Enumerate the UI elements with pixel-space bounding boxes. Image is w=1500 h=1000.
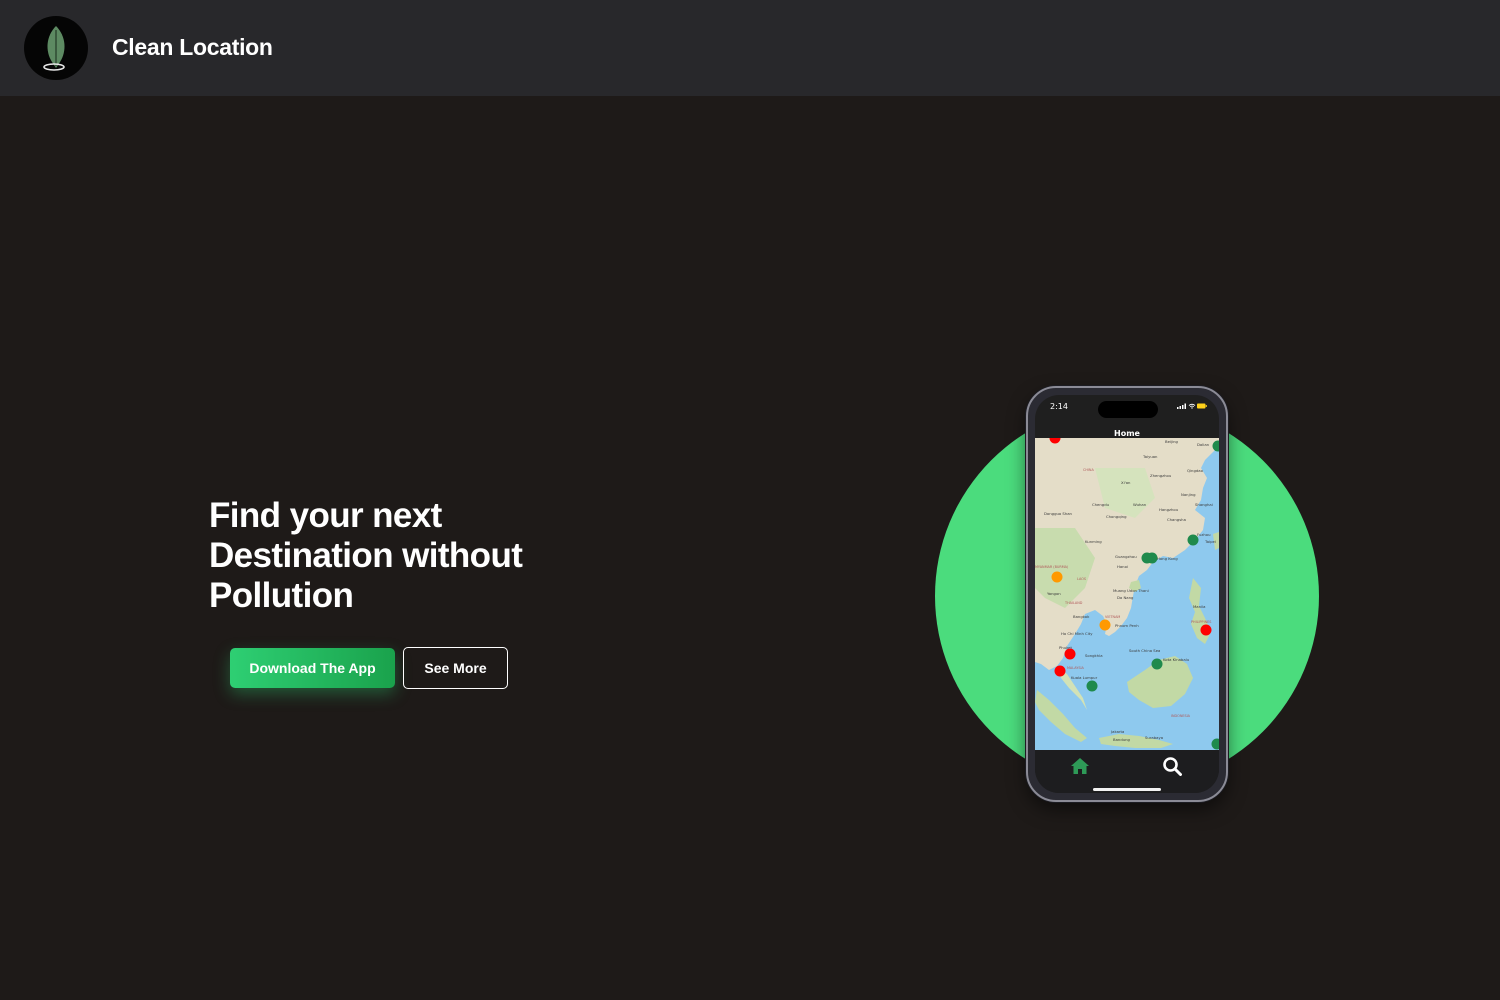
map-label: Changsha	[1167, 517, 1186, 522]
tab-bar	[1035, 750, 1219, 793]
map-label: Nanjing	[1181, 492, 1196, 497]
map-label: Jakarta	[1110, 729, 1124, 734]
map-label: Dalian	[1197, 442, 1210, 447]
map-label: Dongguo Shan	[1044, 511, 1073, 516]
map-label: INDONESIA	[1171, 714, 1191, 718]
pollution-marker[interactable]	[1054, 665, 1066, 677]
home-indicator	[1093, 788, 1161, 791]
map-label: Da Nang	[1117, 595, 1134, 600]
pollution-marker[interactable]	[1064, 648, 1076, 660]
map-label: Zhengzhou	[1150, 473, 1172, 478]
map-label: Kuala Lumpur	[1071, 675, 1098, 680]
map-label: Kunming	[1085, 539, 1102, 544]
brand-name[interactable]: Clean Location	[112, 34, 273, 61]
map-label: Bangkok	[1073, 614, 1090, 619]
map-label: MALAYSIA	[1067, 666, 1084, 670]
search-icon[interactable]	[1162, 756, 1182, 776]
download-app-button[interactable]: Download The App	[230, 648, 395, 688]
pollution-marker[interactable]	[1099, 619, 1111, 631]
map-label: Fuzhou	[1197, 532, 1211, 537]
map-label: Hangzhou	[1159, 507, 1179, 512]
pollution-marker[interactable]	[1086, 680, 1098, 692]
map-label: Yangon	[1047, 591, 1061, 596]
map-label: Chongqing	[1106, 514, 1127, 519]
map-label: Manila	[1193, 604, 1205, 609]
hero-title: Find your next Destination without Pollu…	[209, 496, 629, 616]
map-label: Surabaya	[1145, 735, 1163, 740]
phone-mockup: 2:14 Home Beijing Dalian Taiyuan CHINA Q…	[1026, 386, 1228, 802]
map-label: Taipei	[1204, 539, 1216, 544]
map-label: South China Sea	[1129, 648, 1160, 653]
map-label: Beijing	[1165, 439, 1179, 444]
hero-title-line-3: Pollution	[209, 576, 354, 615]
map-label: Wuhan	[1133, 502, 1147, 507]
pollution-marker[interactable]	[1141, 552, 1153, 564]
map-label: Bandung	[1113, 737, 1131, 742]
logo-icon[interactable]	[24, 16, 88, 80]
status-time: 2:14	[1050, 402, 1068, 411]
map-label: Songkhla	[1085, 653, 1103, 658]
map-label: Hanoi	[1117, 564, 1128, 569]
status-icons	[1177, 403, 1207, 409]
map-label: CHINA	[1083, 468, 1094, 472]
map-label: Xi'an	[1121, 480, 1131, 485]
home-icon[interactable]	[1070, 757, 1090, 775]
map-label: LAOS	[1077, 577, 1086, 581]
map-label: Kota Kinabalu	[1163, 657, 1190, 662]
map-label: PHILIPPINES	[1191, 620, 1211, 624]
map-label: VIETNAM	[1105, 615, 1120, 619]
hero-title-line-2: Destination without	[209, 536, 523, 575]
hero-title-line-1: Find your next	[209, 496, 442, 535]
map-label: Chengdu	[1092, 502, 1110, 507]
map-label: Muang Udon Thani	[1113, 588, 1149, 593]
top-navbar: Clean Location	[0, 0, 1500, 96]
pollution-marker[interactable]	[1211, 738, 1220, 750]
pollution-map[interactable]: Beijing Dalian Taiyuan CHINA Qingdao Zhengzho…	[1035, 438, 1219, 750]
map-label: Ho Chi Minh City	[1061, 631, 1093, 636]
pollution-marker[interactable]	[1151, 658, 1163, 670]
phone-status-bar: 2:14	[1035, 395, 1219, 421]
map-label: Hong Kong	[1157, 556, 1178, 561]
map-label: Qingdao	[1187, 468, 1204, 473]
map-label: THAILAND	[1064, 601, 1083, 605]
screen-title: Home	[1114, 429, 1140, 438]
map-label: Taiyuan	[1142, 454, 1158, 459]
pollution-marker[interactable]	[1200, 624, 1212, 636]
dynamic-island	[1098, 401, 1158, 418]
pollution-marker[interactable]	[1187, 534, 1199, 546]
map-label: MYANMAR (BURMA)	[1035, 565, 1069, 569]
map-label: Shanghai	[1195, 502, 1213, 507]
phone-screen: 2:14 Home Beijing Dalian Taiyuan CHINA Q…	[1035, 395, 1219, 793]
map-label: Guangzhou	[1115, 554, 1137, 559]
map-label: Phnom Penh	[1115, 623, 1139, 628]
see-more-button[interactable]: See More	[403, 647, 508, 689]
pollution-marker[interactable]	[1051, 571, 1063, 583]
